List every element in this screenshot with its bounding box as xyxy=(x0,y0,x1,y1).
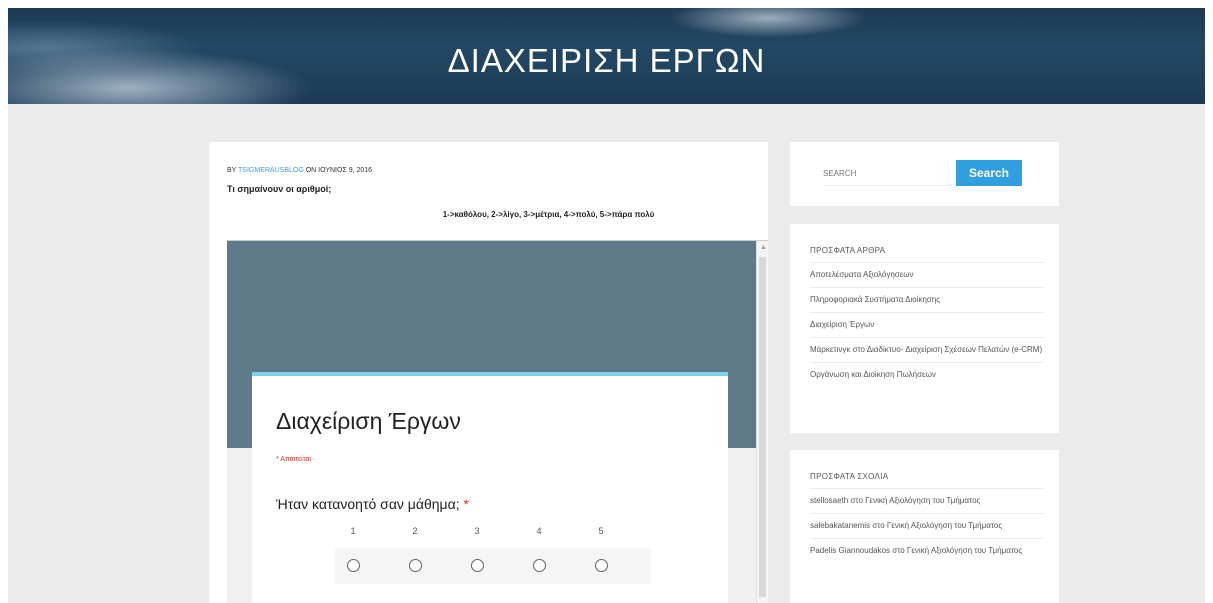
recent-post-link[interactable]: Αποτελέσματα Αξιολόγησεων xyxy=(810,262,1044,287)
question-text: Ήταν κατανοητό σαν μάθημα; * xyxy=(276,496,469,512)
post-question: Τι σημαίνουν οι αριθμοί; xyxy=(227,184,332,194)
embed-scrollbar[interactable]: ▲ xyxy=(756,241,768,603)
scale-label-1: 1 xyxy=(350,526,356,536)
scrollbar-thumb[interactable] xyxy=(759,257,766,597)
radio-option-3[interactable] xyxy=(471,559,484,572)
required-note: * Απαιτείται xyxy=(276,456,311,463)
recent-post-link[interactable]: Μάρκετινγκ στο Διαδίκτυο- Διαχείριση Σχέ… xyxy=(810,337,1044,362)
post-date: ON ΙΟΥΝΙΟΣ 9, 2016 xyxy=(303,167,373,174)
recent-comments-list: stellosaeth στο Γενική Αξιολόγηση του Τμ… xyxy=(810,488,1044,563)
recent-comment-link[interactable]: stellosaeth στο Γενική Αξιολόγηση του Τμ… xyxy=(810,488,1044,513)
recent-post-link[interactable]: Διαχείριση Έργων xyxy=(810,312,1044,337)
search-input[interactable] xyxy=(823,162,953,186)
radio-option-2[interactable] xyxy=(409,559,422,572)
scale-label-2: 2 xyxy=(412,526,418,536)
scale-labels: 1 2 3 4 5 xyxy=(335,526,651,538)
post-author-link[interactable]: TSIGMERAUSBLOG xyxy=(238,167,304,174)
post-scale-legend: 1->καθόλου, 2->λίγο, 3->μέτρια, 4->πολύ,… xyxy=(442,210,655,219)
page-frame: ΔΙΑΧΕΙΡΙΣΗ ΕΡΓΩΝ BY TSIGMERAUSBLOG ON ΙΟ… xyxy=(8,8,1205,603)
radio-option-1[interactable] xyxy=(347,559,360,572)
scale-label-4: 4 xyxy=(536,526,542,536)
recent-posts-list: Αποτελέσματα Αξιολόγησεων Πληροφοριακά Σ… xyxy=(810,262,1044,387)
scale-radio-row xyxy=(335,548,651,584)
form-card: Διαχείριση Έργων * Απαιτείται Ήταν καταν… xyxy=(252,372,728,603)
post-card: BY TSIGMERAUSBLOG ON ΙΟΥΝΙΟΣ 9, 2016 Τι … xyxy=(209,142,768,603)
scale-label-5: 5 xyxy=(598,526,604,536)
recent-post-link[interactable]: Πληροφοριακά Συστήματα Διοίκησης xyxy=(810,287,1044,312)
search-widget: Search xyxy=(790,142,1059,206)
radio-option-5[interactable] xyxy=(595,559,608,572)
scroll-up-arrow-icon[interactable]: ▲ xyxy=(760,244,767,251)
recent-comment-link[interactable]: salebakatanemis στο Γενική Αξιολόγηση το… xyxy=(810,513,1044,538)
recent-comments-widget: ΠΡΟΣΦΑΤΑ ΣΧΟΛΙΑ stellosaeth στο Γενική Α… xyxy=(790,450,1059,603)
recent-post-link[interactable]: Οργάνωση και Διοίκηση Πωλήσεων xyxy=(810,362,1044,387)
site-banner: ΔΙΑΧΕΙΡΙΣΗ ΕΡΓΩΝ xyxy=(8,8,1205,104)
radio-option-4[interactable] xyxy=(533,559,546,572)
site-title[interactable]: ΔΙΑΧΕΙΡΙΣΗ ΕΡΓΩΝ xyxy=(8,42,1205,80)
recent-posts-title: ΠΡΟΣΦΑΤΑ ΑΡΘΡΑ xyxy=(810,246,886,255)
search-button[interactable]: Search xyxy=(956,160,1022,186)
post-meta-prefix: BY xyxy=(227,167,239,174)
question-label: Ήταν κατανοητό σαν μάθημα; xyxy=(276,496,460,512)
recent-comments-title: ΠΡΟΣΦΑΤΑ ΣΧΟΛΙΑ xyxy=(810,472,889,481)
post-meta: BY TSIGMERAUSBLOG ON ΙΟΥΝΙΟΣ 9, 2016 xyxy=(227,167,372,174)
required-star: * xyxy=(463,496,469,512)
form-title: Διαχείριση Έργων xyxy=(276,408,461,434)
recent-comment-link[interactable]: Padelis Giannoudakos στο Γενική Αξιολόγη… xyxy=(810,538,1044,563)
embedded-form[interactable]: ▲ Διαχείριση Έργων * Απαιτείται Ήταν κατ… xyxy=(227,240,768,603)
scale-label-3: 3 xyxy=(474,526,480,536)
recent-posts-widget: ΠΡΟΣΦΑΤΑ ΑΡΘΡΑ Αποτελέσματα Αξιολόγησεων… xyxy=(790,224,1059,433)
